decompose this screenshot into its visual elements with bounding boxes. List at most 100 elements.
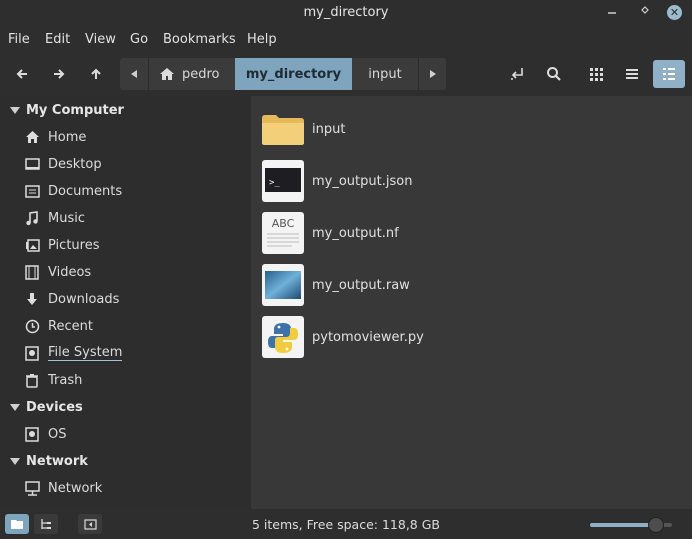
breadcrumb: pedro my_directory input	[120, 58, 446, 90]
thumb-text: ABC	[272, 217, 295, 230]
search-icon	[547, 67, 561, 81]
filesystem-icon	[24, 345, 40, 361]
sidebar-item-music[interactable]: Music	[24, 207, 244, 229]
arrow-up-icon	[91, 68, 101, 79]
section-title: Network	[26, 454, 88, 469]
up-button[interactable]	[82, 60, 110, 88]
grid-icon	[590, 68, 603, 81]
menu-edit[interactable]: Edit	[45, 32, 70, 47]
forward-button[interactable]	[45, 60, 73, 88]
file-item-my-output-raw[interactable]: my_output.raw	[261, 262, 681, 308]
documents-icon	[24, 183, 40, 199]
sidebar-item-documents[interactable]: Documents	[24, 180, 244, 202]
menu-file[interactable]: File	[8, 32, 30, 47]
expand-icon[interactable]	[10, 458, 20, 465]
recent-icon	[24, 318, 40, 334]
expand-icon[interactable]	[10, 107, 20, 114]
home-icon	[24, 129, 40, 145]
chevron-right-icon	[429, 70, 436, 78]
network-icon	[24, 480, 40, 496]
compact-view-icon	[663, 68, 675, 80]
section-title: My Computer	[26, 103, 124, 118]
list-icon	[626, 69, 638, 79]
terminal-file-icon: >_	[261, 159, 305, 203]
zoom-slider-fill	[590, 523, 656, 527]
sidebar-item-label: Downloads	[48, 291, 120, 307]
sidebar-item-label: Home	[48, 129, 87, 145]
sidebar-item-recent[interactable]: Recent	[24, 315, 244, 337]
arrow-right-icon	[54, 69, 65, 79]
sidebar-item-label: Documents	[48, 183, 123, 199]
downloads-icon	[24, 291, 40, 307]
image-file-icon	[261, 263, 305, 307]
sidebar-item-os[interactable]: OS	[24, 423, 244, 445]
arrow-left-icon	[16, 69, 27, 79]
python-file-icon	[261, 315, 305, 359]
menu-go[interactable]: Go	[130, 32, 148, 47]
file-item-my-output-nf[interactable]: ABC my_output.nf	[261, 210, 681, 256]
sidebar-item-trash[interactable]: Trash	[24, 369, 244, 391]
breadcrumb-input[interactable]: input	[352, 58, 418, 90]
breadcrumb-label: input	[368, 66, 402, 82]
sidebar-item-downloads[interactable]: Downloads	[24, 288, 244, 310]
menu-bookmarks[interactable]: Bookmarks	[163, 32, 236, 47]
breadcrumb-pedro[interactable]: pedro	[149, 58, 235, 90]
section-devices[interactable]: Devices	[10, 400, 83, 415]
title-bar: my_directory ✕	[0, 0, 692, 26]
zoom-slider-handle[interactable]	[647, 517, 664, 533]
sidebar-item-label: Pictures	[48, 237, 100, 253]
icon-view-button[interactable]	[582, 60, 610, 88]
sidebar-item-desktop[interactable]: Desktop	[24, 153, 244, 175]
folder-icon	[261, 107, 305, 151]
minimize-icon	[608, 12, 616, 14]
maximize-button[interactable]	[637, 4, 653, 20]
file-name: input	[312, 121, 346, 137]
breadcrumb-label: my_directory	[245, 66, 342, 82]
file-item-my-output-json[interactable]: >_ my_output.json	[261, 158, 681, 204]
section-my-computer[interactable]: My Computer	[10, 103, 124, 118]
sidebar-item-label: Network	[48, 480, 103, 496]
file-view: input >_ my_output.json ABC my_output.nf…	[251, 96, 692, 509]
svg-text:>_: >_	[269, 178, 280, 188]
compact-view-button[interactable]	[653, 60, 685, 88]
file-item-pytomoviewer-py[interactable]: pytomoviewer.py	[261, 314, 681, 360]
sidebar-item-label: Music	[48, 210, 85, 226]
text-file-icon: ABC	[261, 211, 305, 255]
breadcrumb-left-button[interactable]	[120, 58, 148, 90]
back-button[interactable]	[8, 60, 36, 88]
minimize-button[interactable]	[604, 4, 620, 20]
sidebar-item-videos[interactable]: Videos	[24, 261, 244, 283]
sidebar-item-filesystem[interactable]: File System	[24, 342, 244, 364]
close-icon[interactable]: ✕	[670, 6, 679, 19]
status-bar: 5 items, Free space: 118,8 GB	[0, 509, 692, 539]
sidebar-item-pictures[interactable]: Pictures	[24, 234, 244, 256]
pictures-icon	[24, 237, 40, 253]
sidebar-item-label: Desktop	[48, 156, 102, 172]
breadcrumb-right-button[interactable]	[419, 58, 446, 90]
sidebar-item-network[interactable]: Network	[24, 477, 244, 499]
menu-view[interactable]: View	[85, 32, 116, 47]
menu-bar: File Edit View Go Bookmarks Help	[0, 26, 692, 52]
videos-icon	[24, 264, 40, 280]
location-toggle-button[interactable]	[503, 60, 531, 88]
breadcrumb-label: pedro	[182, 66, 220, 82]
status-text: 5 items, Free space: 118,8 GB	[251, 517, 440, 532]
maximize-icon	[641, 6, 649, 14]
chevron-left-icon	[131, 70, 137, 78]
menu-help[interactable]: Help	[247, 32, 277, 47]
list-view-button[interactable]	[618, 60, 646, 88]
breadcrumb-my-directory[interactable]: my_directory	[235, 58, 352, 90]
toolbar: pedro my_directory input	[0, 52, 692, 96]
expand-icon[interactable]	[10, 404, 20, 411]
sidebar-item-label: File System	[48, 345, 123, 361]
section-title: Devices	[26, 400, 83, 415]
zoom-slider[interactable]	[590, 517, 672, 533]
sidebar-item-home[interactable]: Home	[24, 126, 244, 148]
close-button[interactable]: ✕	[667, 5, 682, 20]
location-icon	[511, 68, 523, 80]
sidebar-item-label: OS	[48, 426, 67, 442]
section-network[interactable]: Network	[10, 454, 88, 469]
search-button[interactable]	[540, 60, 568, 88]
file-item-input[interactable]: input	[261, 106, 681, 152]
desktop-icon	[24, 156, 40, 172]
